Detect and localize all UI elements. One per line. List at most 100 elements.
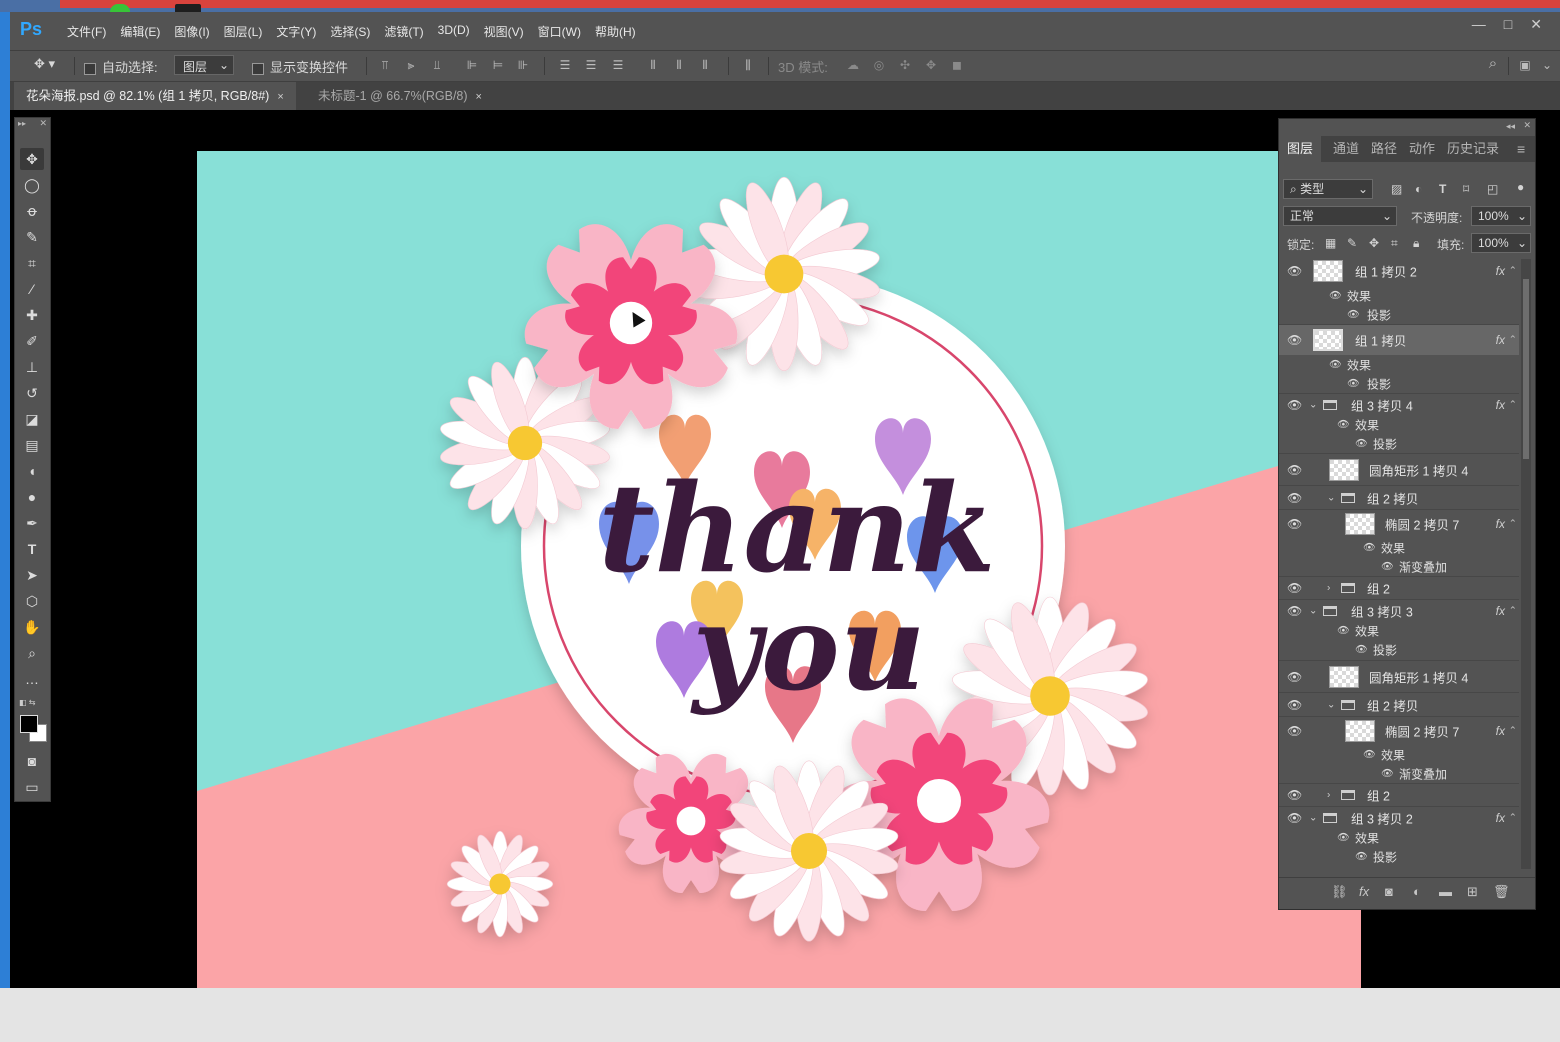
lock-pixels-icon[interactable]: ✎ [1347, 236, 1357, 250]
visibility-eye-icon[interactable]: 👁︎ [1287, 811, 1302, 825]
tab-paths[interactable]: 路径 [1371, 136, 1397, 162]
auto-select-checkbox[interactable]: 自动选择: [84, 57, 158, 76]
fx-icon[interactable]: fx [1496, 811, 1505, 825]
workspace-icon[interactable]: ▣ [1518, 58, 1532, 72]
visibility-eye-icon[interactable]: 👁︎ [1287, 670, 1302, 684]
chevron-up-icon[interactable]: ⌃ [1509, 266, 1517, 277]
collapse-icon[interactable]: ▸▸ [18, 119, 26, 128]
chevron-down-icon[interactable]: ⌄ [1309, 606, 1317, 617]
effects-row[interactable]: 👁︎ 效果 [1279, 828, 1519, 847]
layer-group-row[interactable]: 👁︎ ⌄ 组 3 拷贝 2 fx ⌃ 👁︎ 效果 👁︎ 投影 [1279, 807, 1519, 871]
distribute-hcenter-icon[interactable]: ⦀ [672, 58, 686, 72]
visibility-eye-icon[interactable]: 👁︎ [1381, 561, 1394, 572]
layer-row-selected[interactable]: 👁︎ 组 1 拷贝 fx ⌃ 👁︎ 效果 👁︎ 投影 [1279, 325, 1519, 394]
layer-row[interactable]: 👁︎ 组 1 拷贝 2 fx ⌃ 👁︎ 效果 👁︎ 投影 [1279, 256, 1519, 325]
distribute-left-icon[interactable]: ⦀ [646, 58, 660, 72]
distribute-right-icon[interactable]: ⦀ [698, 58, 712, 72]
menu-type[interactable]: 文字(Y) [269, 23, 323, 40]
marquee-tool-icon[interactable]: ◯ [20, 174, 44, 196]
layer-group-row[interactable]: 👁︎ ⌄ 组 2 拷贝 [1279, 693, 1519, 717]
layer-group-row[interactable]: 👁︎ › 组 2 [1279, 784, 1519, 807]
distribute-bottom-icon[interactable]: ☰ [611, 58, 625, 72]
chevron-down-icon[interactable]: ⌄ [1309, 813, 1317, 824]
fx-icon[interactable]: fx [1496, 398, 1505, 412]
layer-group-row[interactable]: 👁︎ ⌄ 组 3 拷贝 3 fx ⌃ 👁︎ 效果 👁︎ 投影 [1279, 600, 1519, 661]
visibility-eye-icon[interactable]: 👁︎ [1347, 378, 1360, 389]
filter-shape-icon[interactable]: ⌑ [1463, 182, 1469, 196]
screen-mode-icon[interactable]: ▭ [20, 776, 44, 798]
artboard[interactable]: thank you [197, 151, 1361, 988]
stamp-tool-icon[interactable]: ⊥ [20, 356, 44, 378]
align-bottom-icon[interactable]: ⫫ [430, 58, 444, 72]
3d-roll-icon[interactable]: ◎ [872, 58, 886, 72]
chevron-up-icon[interactable]: ⌃ [1509, 606, 1517, 617]
tab-layers[interactable]: 图层 [1279, 136, 1322, 162]
quick-mask-icon[interactable]: ◙ [20, 750, 44, 772]
visibility-eye-icon[interactable]: 👁︎ [1337, 625, 1350, 636]
zoom-tool-icon[interactable]: ⌕ [20, 642, 44, 664]
menu-view[interactable]: 视图(V) [477, 23, 531, 40]
align-vcenter-icon[interactable]: ⫸ [404, 58, 418, 72]
search-icon[interactable]: ⌕ [1486, 56, 1500, 71]
visibility-eye-icon[interactable]: 👁︎ [1287, 698, 1302, 712]
history-brush-icon[interactable]: ↺ [20, 382, 44, 404]
effects-row[interactable]: 👁︎ 效果 [1279, 415, 1519, 434]
tab-untitled[interactable]: 未标题-1 @ 66.7%(RGB/8) × [306, 82, 494, 110]
gradient-tool-icon[interactable]: ▤ [20, 434, 44, 456]
visibility-eye-icon[interactable]: 👁︎ [1329, 359, 1342, 370]
visibility-eye-icon[interactable]: 👁︎ [1337, 832, 1350, 843]
fx-icon[interactable]: fx [1496, 724, 1505, 738]
show-transform-checkbox[interactable]: 显示变换控件 [252, 57, 348, 76]
tab-actions[interactable]: 动作 [1409, 136, 1435, 162]
chevron-up-icon[interactable]: ⌃ [1509, 813, 1517, 824]
add-mask-icon[interactable]: ◙ [1385, 884, 1393, 899]
3d-slide-icon[interactable]: ✥ [924, 58, 938, 72]
filter-type-icon[interactable]: T [1439, 182, 1446, 196]
brush-tool-icon[interactable]: ✐ [20, 330, 44, 352]
3d-camera-icon[interactable]: ◼ [950, 58, 964, 72]
chevron-up-icon[interactable]: ⌃ [1509, 335, 1517, 346]
close-icon[interactable]: ✕ [1523, 120, 1531, 131]
menu-3d[interactable]: 3D(D) [431, 23, 477, 40]
fx-icon[interactable]: fx [1496, 517, 1505, 531]
tab-channels[interactable]: 通道 [1333, 136, 1359, 162]
fx-icon[interactable]: fx [1496, 333, 1505, 347]
visibility-eye-icon[interactable]: 👁︎ [1287, 788, 1302, 802]
menu-edit[interactable]: 编辑(E) [113, 23, 167, 40]
menu-help[interactable]: 帮助(H) [588, 23, 643, 40]
lock-all-icon[interactable]: 🔒︎ [1413, 236, 1419, 251]
tab-history[interactable]: 历史记录 [1447, 136, 1499, 162]
chevron-down-icon[interactable]: ⌄ [1309, 400, 1317, 411]
hand-tool-icon[interactable]: ✋ [20, 616, 44, 638]
close-icon[interactable]: × [277, 91, 283, 103]
visibility-eye-icon[interactable]: 👁︎ [1287, 724, 1302, 738]
link-layers-icon[interactable]: ⛓︎ [1331, 884, 1348, 900]
lock-transparent-icon[interactable]: ▦ [1325, 236, 1336, 250]
effect-item-row[interactable]: 👁︎ 投影 [1279, 847, 1519, 866]
visibility-eye-icon[interactable]: 👁︎ [1287, 604, 1302, 618]
distribute-vcenter-icon[interactable]: ☰ [584, 58, 598, 72]
type-tool-icon[interactable]: T [20, 538, 44, 560]
blend-mode-dropdown[interactable]: 正常 ⌄ [1283, 206, 1397, 226]
layer-filter-dropdown[interactable]: ⌕ 类型 ⌄ [1283, 179, 1373, 199]
close-window-button[interactable]: ✕ [1530, 16, 1542, 33]
3d-rotate-icon[interactable]: ☁ [846, 58, 860, 72]
fx-icon[interactable]: fx [1496, 264, 1505, 278]
layer-group-row[interactable]: 👁︎ ⌄ 组 2 拷贝 [1279, 486, 1519, 510]
effect-item-row[interactable]: 👁︎ 投影 [1279, 640, 1519, 659]
chevron-up-icon[interactable]: ⌃ [1509, 400, 1517, 411]
filter-pixel-icon[interactable]: ▨ [1391, 182, 1402, 196]
visibility-eye-icon[interactable]: 👁︎ [1287, 581, 1302, 595]
chevron-right-icon[interactable]: › [1327, 583, 1330, 594]
align-hcenter-icon[interactable]: ⊨ [491, 58, 505, 72]
visibility-eye-icon[interactable]: 👁︎ [1287, 517, 1302, 531]
menu-select[interactable]: 选择(S) [323, 23, 377, 40]
new-layer-icon[interactable]: ⊞ [1467, 884, 1478, 900]
filter-smart-icon[interactable]: ◰ [1487, 182, 1498, 196]
chevron-up-icon[interactable]: ⌃ [1509, 726, 1517, 737]
effects-row[interactable]: 👁︎ 效果 [1279, 355, 1519, 374]
menu-image[interactable]: 图像(I) [167, 23, 216, 40]
layer-group-row[interactable]: 👁︎ ⌄ 组 3 拷贝 4 fx ⌃ 👁︎ 效果 👁︎ 投影 [1279, 394, 1519, 454]
collapse-icon[interactable]: ◂◂ [1506, 121, 1515, 132]
chevron-down-icon[interactable]: ⌄ [1540, 58, 1554, 72]
